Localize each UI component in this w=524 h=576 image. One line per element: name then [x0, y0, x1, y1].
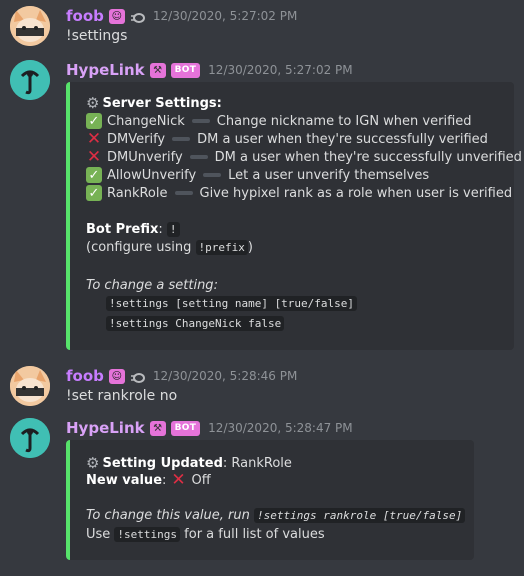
dash-separator: [189, 155, 208, 159]
author-name[interactable]: foob: [66, 7, 104, 25]
use-post: for a full list of values: [180, 527, 325, 542]
avatar[interactable]: [10, 60, 50, 100]
message-hypelink-1: HypeLink ⚒ BOT 12/30/2020, 5:27:02 PM ⚙ …: [0, 60, 524, 350]
timestamp: 12/30/2020, 5:28:46 PM: [152, 369, 298, 383]
hint-pre: To change this value, run: [86, 508, 254, 523]
nitro-badge-icon: [130, 371, 145, 383]
colon: :: [162, 472, 171, 488]
full-list-hint: Use !settings for a full list of values: [86, 527, 325, 542]
setting-name: AllowUnverify: [107, 167, 197, 183]
prefix-label: Bot Prefix: [86, 222, 159, 237]
configure-line: (configure using !prefix ): [86, 240, 253, 255]
message-header: HypeLink ⚒ BOT 12/30/2020, 5:27:02 PM: [66, 60, 353, 80]
dash-separator: [174, 191, 193, 195]
message-foob-2: foob ☺ 12/30/2020, 5:28:46 PM !set rankr…: [0, 366, 524, 410]
message-foob-1: foob ☺ 12/30/2020, 5:27:02 PM !settings: [0, 6, 524, 50]
prefix-value: !: [166, 222, 180, 237]
white-check-mark-icon: ✓: [86, 113, 102, 129]
updated-setting-name: RankRole: [231, 455, 292, 471]
setting-row: ✓ AllowUnverify Let a user unverify them…: [86, 167, 429, 183]
configure-pre: (configure using: [86, 240, 196, 255]
timestamp: 12/30/2020, 5:27:02 PM: [152, 9, 298, 23]
setting-row: ✓ RankRole Give hypixel rank as a role w…: [86, 185, 512, 201]
setting-desc: DM a user when they're successfully unve…: [214, 149, 522, 165]
setting-name: DMUnverify: [107, 149, 183, 165]
setting-row: ✓ ChangeNick Change nickname to IGN when…: [86, 113, 472, 129]
message-header: foob ☺ 12/30/2020, 5:27:02 PM: [66, 6, 297, 26]
role-emoji-icon: ☺: [108, 368, 125, 384]
settings-embed: ⚙ Server Settings: ✓ ChangeNick Change n…: [66, 82, 522, 350]
cross-mark-icon: ✕: [86, 129, 102, 149]
timestamp: 12/30/2020, 5:27:02 PM: [208, 63, 353, 77]
message-header: HypeLink ⚒ BOT 12/30/2020, 5:28:47 PM: [66, 418, 353, 438]
configure-code: !prefix: [195, 240, 248, 255]
avatar[interactable]: [10, 418, 50, 458]
hammer-icon: ⚒: [149, 420, 166, 436]
role-emoji-icon: ☺: [108, 8, 125, 24]
gear-icon: ⚙: [86, 454, 100, 472]
setting-desc: Give hypixel rank as a role when user is…: [199, 185, 513, 201]
nitro-badge-icon: [130, 11, 145, 23]
setting-desc: DM a user when they're successfully veri…: [197, 131, 488, 147]
avatar[interactable]: [10, 366, 50, 406]
bot-tag: BOT: [170, 62, 201, 78]
setting-desc: Change nickname to IGN when verified: [216, 113, 472, 129]
new-value-label: New value: [86, 472, 163, 488]
setting-row: ✕ DMUnverify DM a user when they're succ…: [86, 147, 522, 167]
white-check-mark-icon: ✓: [86, 185, 102, 201]
embed-title-text: Server Settings:: [102, 95, 222, 111]
update-embed: ⚙ Setting Updated : RankRole New value :…: [66, 440, 474, 560]
message-text: !set rankrole no: [66, 388, 178, 404]
new-value-line: New value : ✕ Off: [86, 470, 211, 490]
message-text: !settings: [66, 28, 128, 44]
update-title-line: ⚙ Setting Updated : RankRole: [86, 454, 292, 472]
change-hint: To change a setting:: [86, 278, 218, 293]
message-hypelink-2: HypeLink ⚒ BOT 12/30/2020, 5:28:47 PM ⚙ …: [0, 418, 524, 568]
author-name[interactable]: HypeLink: [66, 61, 145, 79]
white-check-mark-icon: ✓: [86, 167, 102, 183]
author-name[interactable]: HypeLink: [66, 419, 145, 437]
bot-tag: BOT: [170, 420, 201, 436]
update-title: Setting Updated: [102, 455, 223, 471]
dash-separator: [172, 137, 191, 141]
embed-title: ⚙ Server Settings:: [86, 94, 222, 112]
setting-name: DMVerify: [107, 131, 166, 147]
new-value: Off: [191, 472, 211, 488]
author-name[interactable]: foob: [66, 367, 104, 385]
usage-code: !settings [setting name] [true/false]: [106, 296, 358, 311]
configure-post: ): [247, 240, 253, 255]
hammer-icon: ⚒: [149, 62, 166, 78]
dash-separator: [203, 173, 222, 177]
timestamp: 12/30/2020, 5:28:47 PM: [208, 421, 353, 435]
colon: :: [158, 222, 167, 237]
cross-mark-icon: ✕: [171, 470, 186, 490]
avatar[interactable]: [10, 6, 50, 46]
gear-icon: ⚙: [86, 94, 100, 112]
setting-name: RankRole: [107, 185, 168, 201]
colon: :: [222, 455, 232, 471]
dash-separator: [191, 119, 210, 123]
cross-mark-icon: ✕: [86, 147, 102, 167]
usage-code: !settings ChangeNick false: [106, 316, 285, 331]
setting-row: ✕ DMVerify DM a user when they're succes…: [86, 129, 488, 149]
setting-name: ChangeNick: [107, 113, 185, 129]
use-code: !settings: [114, 527, 181, 542]
change-value-hint: To change this value, run !settings rank…: [86, 508, 466, 523]
message-header: foob ☺ 12/30/2020, 5:28:46 PM: [66, 366, 297, 386]
usage-line: !settings ChangeNick false: [106, 316, 285, 331]
usage-line: !settings [setting name] [true/false]: [106, 296, 358, 311]
setting-desc: Let a user unverify themselves: [228, 167, 430, 183]
use-pre: Use: [86, 527, 115, 542]
prefix-line: Bot Prefix : !: [86, 222, 180, 237]
hint-code: !settings rankrole [true/false]: [253, 508, 466, 523]
